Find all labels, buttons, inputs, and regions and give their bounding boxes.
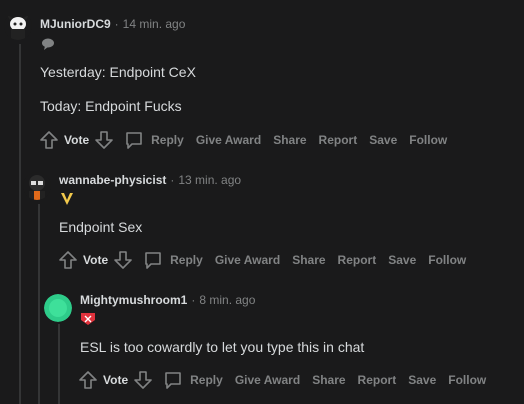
author-name[interactable]: Mightymushroom1 [80,293,187,307]
reply-label: Reply [151,133,184,147]
reply-label: Reply [170,253,203,267]
comment-body-line: Endpoint Sex [59,219,143,235]
reply-button[interactable]: Reply [123,129,184,151]
share-button[interactable]: Share [292,253,325,267]
thread-line-3[interactable] [58,324,60,404]
thread-line-2[interactable] [38,204,40,404]
author-name[interactable]: wannabe-physicist [59,173,166,187]
report-button[interactable]: Report [338,253,377,267]
comment-bubble-icon [162,369,184,391]
give-award-button[interactable]: Give Award [196,133,261,147]
timestamp[interactable]: 14 min. ago [123,17,186,31]
share-button[interactable]: Share [273,133,306,147]
downvote-arrow-icon[interactable] [112,249,134,271]
give-award-button[interactable]: Give Award [235,373,300,387]
avatar[interactable] [44,294,72,322]
comment-bubble-icon [123,129,145,151]
thread-line-1[interactable] [19,44,21,404]
save-button[interactable]: Save [369,133,397,147]
reply-button[interactable]: Reply [142,249,203,271]
avatar[interactable] [23,172,51,200]
team-vitality-flair-icon [59,192,75,206]
follow-button[interactable]: Follow [409,133,447,147]
comment-body-line: Yesterday: Endpoint CeX [40,64,196,80]
vote-count: Vote [103,373,129,387]
follow-button[interactable]: Follow [448,373,486,387]
downvote-arrow-icon[interactable] [93,129,115,151]
separator-dot: · [170,173,175,187]
author-name[interactable]: MJuniorDC9 [40,17,111,31]
timestamp[interactable]: 8 min. ago [199,293,255,307]
vote-count: Vote [64,133,90,147]
report-button[interactable]: Report [319,133,358,147]
timestamp[interactable]: 13 min. ago [178,173,241,187]
upvote-arrow-icon[interactable] [77,369,99,391]
comment-bubble-icon [142,249,164,271]
avatar[interactable] [4,12,32,40]
give-award-button[interactable]: Give Award [215,253,280,267]
comment-actions: Vote Reply Give Award Share Report Save … [38,128,447,152]
gambit-flair-icon [80,312,96,326]
comment-actions: Vote Reply Give Award Share Report Save … [77,368,486,392]
vote-count: Vote [83,253,109,267]
follow-button[interactable]: Follow [428,253,466,267]
comment-body-line: Today: Endpoint Fucks [40,98,182,114]
upvote-arrow-icon[interactable] [57,249,79,271]
comment-body-line: ESL is too cowardly to let you type this… [80,339,365,355]
comment-meta: wannabe-physicist · 13 min. ago [59,173,241,187]
comment-actions: Vote Reply Give Award Share Report Save … [57,248,466,272]
comment-meta: MJuniorDC9 · 14 min. ago [40,17,185,31]
separator-dot: · [114,17,119,31]
speech-flair-icon [40,37,56,51]
report-button[interactable]: Report [358,373,397,387]
save-button[interactable]: Save [388,253,416,267]
comment-meta: Mightymushroom1 · 8 min. ago [80,293,255,307]
upvote-arrow-icon[interactable] [38,129,60,151]
save-button[interactable]: Save [408,373,436,387]
downvote-arrow-icon[interactable] [132,369,154,391]
share-button[interactable]: Share [312,373,345,387]
reply-button[interactable]: Reply [162,369,223,391]
separator-dot: · [191,293,196,307]
reply-label: Reply [190,373,223,387]
